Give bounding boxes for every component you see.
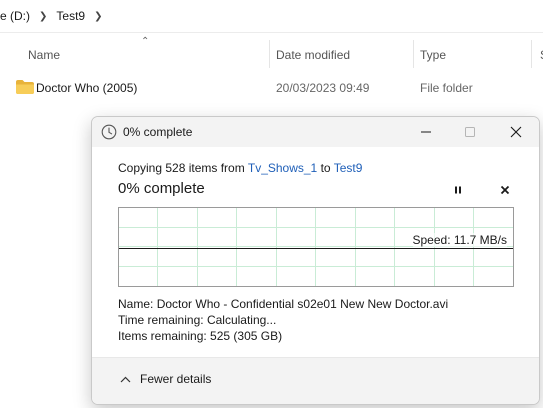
column-header-name[interactable]: Name bbox=[28, 48, 60, 62]
source-folder-link[interactable]: Tv_Shows_1 bbox=[248, 161, 317, 175]
file-type: File folder bbox=[420, 81, 473, 95]
graph-gridline bbox=[394, 208, 395, 286]
column-divider[interactable] bbox=[269, 40, 270, 68]
pause-button[interactable] bbox=[448, 180, 468, 200]
dialog-footer: Fewer details bbox=[92, 357, 539, 404]
file-name: Doctor Who (2005) bbox=[36, 81, 138, 95]
chevron-right-icon[interactable]: ❯ bbox=[34, 11, 52, 22]
sort-ascending-icon: ⌃ bbox=[141, 36, 150, 47]
graph-gridline bbox=[276, 208, 277, 286]
column-header-type[interactable]: Type bbox=[420, 48, 446, 62]
detail-time-remaining: Time remaining: Calculating... bbox=[118, 313, 276, 327]
detail-time-value: Calculating... bbox=[206, 313, 277, 327]
column-divider[interactable] bbox=[413, 40, 414, 68]
column-divider[interactable] bbox=[531, 40, 532, 68]
graph-gridline bbox=[236, 208, 237, 286]
detail-time-label: Time remaining: bbox=[118, 313, 204, 327]
graph-gridline bbox=[315, 208, 316, 286]
copy-progress-dialog: 0% complete Copying 528 items from Tv_Sh… bbox=[91, 116, 540, 405]
detail-name-value: Doctor Who - Confidential s02e01 New New… bbox=[156, 297, 449, 311]
breadcrumb-folder[interactable]: Test9 bbox=[52, 9, 89, 23]
clock-icon bbox=[101, 124, 117, 140]
toolbar-divider bbox=[0, 32, 543, 33]
detail-name: Name: Doctor Who - Confidential s02e01 N… bbox=[118, 297, 448, 311]
speed-line bbox=[119, 248, 513, 249]
graph-gridline bbox=[434, 208, 435, 286]
fewer-details-label: Fewer details bbox=[140, 372, 212, 386]
graph-gridline bbox=[473, 208, 474, 286]
minimize-button[interactable] bbox=[403, 117, 449, 147]
speed-graph: Speed: 11.7 MB/s bbox=[118, 207, 514, 287]
column-header-date-modified[interactable]: Date modified bbox=[276, 48, 350, 62]
destination-folder-link[interactable]: Test9 bbox=[334, 161, 363, 175]
close-icon bbox=[500, 185, 510, 195]
file-row[interactable]: Doctor Who (2005) 20/03/2023 09:49 File … bbox=[0, 78, 543, 98]
graph-gridline bbox=[157, 208, 158, 286]
detail-items-label: Items remaining: bbox=[118, 329, 207, 343]
file-date-modified: 20/03/2023 09:49 bbox=[276, 81, 370, 95]
speed-label: Speed: 11.7 MB/s bbox=[412, 233, 507, 247]
graph-gridline bbox=[119, 266, 513, 267]
dialog-title: 0% complete bbox=[123, 125, 193, 139]
cancel-button[interactable] bbox=[495, 180, 515, 200]
folder-icon bbox=[16, 80, 34, 94]
graph-gridline bbox=[355, 208, 356, 286]
graph-gridline bbox=[197, 208, 198, 286]
breadcrumb-drive[interactable]: e (D:) bbox=[0, 9, 34, 23]
dialog-titlebar[interactable]: 0% complete bbox=[92, 117, 539, 147]
detail-name-label: Name: bbox=[118, 297, 154, 311]
graph-gridline bbox=[119, 227, 513, 228]
copy-summary-to: to bbox=[320, 161, 331, 175]
chevron-up-icon bbox=[120, 376, 131, 382]
chevron-right-icon[interactable]: ❯ bbox=[89, 11, 107, 22]
breadcrumb: e (D:) ❯ Test9 ❯ bbox=[0, 6, 107, 26]
detail-items-value: 525 (305 GB) bbox=[210, 329, 283, 343]
copy-summary: Copying 528 items from Tv_Shows_1 to Tes… bbox=[118, 161, 362, 175]
detail-items-remaining: Items remaining: 525 (305 GB) bbox=[118, 329, 282, 343]
progress-status: 0% complete bbox=[118, 180, 205, 197]
pause-icon bbox=[455, 186, 461, 194]
close-button[interactable] bbox=[493, 117, 539, 147]
copy-summary-prefix: Copying 528 items from bbox=[118, 161, 245, 175]
maximize-button bbox=[447, 117, 493, 147]
fewer-details-button[interactable]: Fewer details bbox=[120, 372, 211, 386]
